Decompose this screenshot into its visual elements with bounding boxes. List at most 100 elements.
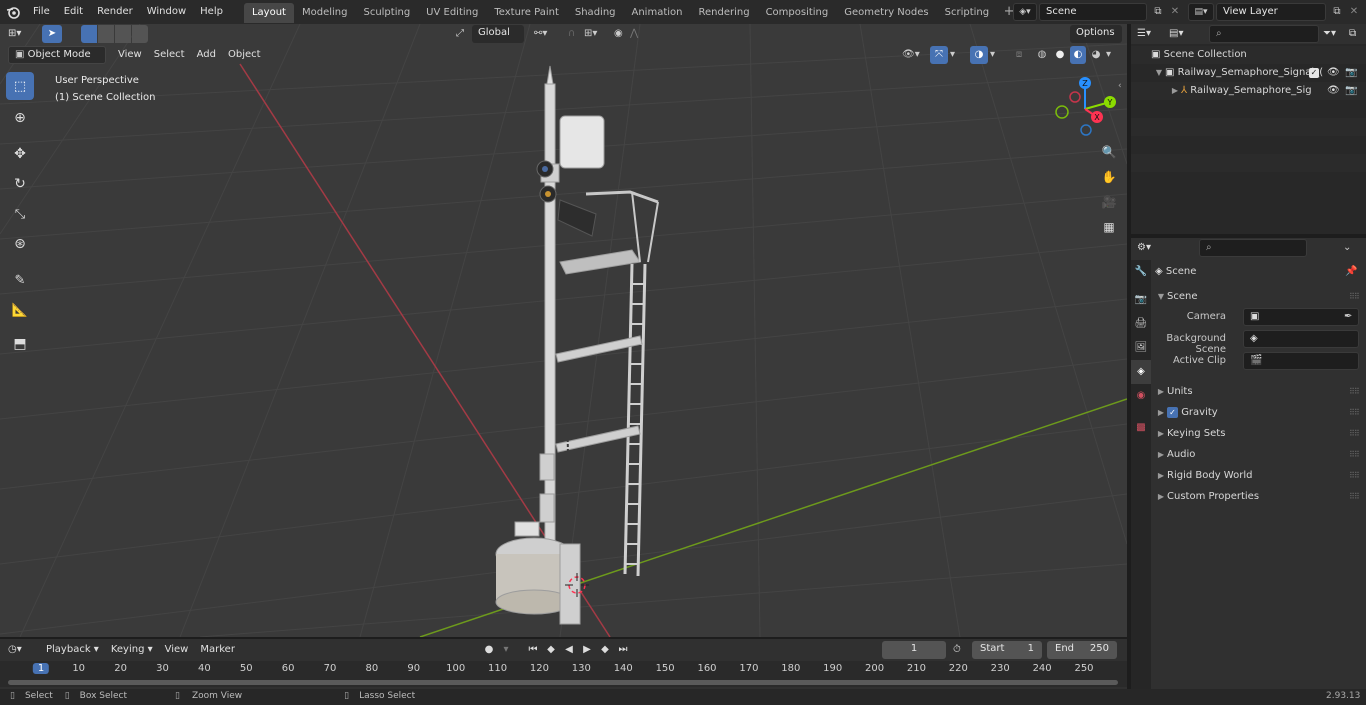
expand-object-icon[interactable]: ▶ — [1169, 82, 1181, 100]
tab-animation[interactable]: Animation — [624, 3, 691, 23]
overlays-toggle-icon[interactable]: ◑ — [970, 46, 988, 64]
properties-options-icon[interactable]: ⌄ — [1343, 240, 1359, 256]
select-mode-subtract-icon[interactable] — [115, 25, 131, 43]
snap-target-icon[interactable]: ⊞▾ — [584, 25, 606, 43]
menu-edit[interactable]: Edit — [57, 0, 90, 24]
menu-file[interactable]: File — [26, 0, 57, 24]
gizmo-toggle-icon[interactable]: ⤧ — [930, 46, 948, 64]
outliner-row-object[interactable]: ▶ ⅄ Railway_Semaphore_Sig 👁 📷 — [1131, 82, 1366, 100]
scale-tool-icon[interactable]: ⤡ — [6, 200, 34, 228]
camera-view-icon[interactable]: 🎥 — [1097, 190, 1121, 214]
pivot-point-icon[interactable]: ⚯▾ — [534, 25, 562, 43]
outliner-editor-type-icon[interactable]: ☰▾ — [1137, 26, 1163, 42]
snap-icon[interactable]: ∩ — [568, 25, 584, 43]
collection-render-icon[interactable]: 📷 — [1345, 64, 1357, 82]
panel-grip-icon[interactable]: ⠿⠿ — [1349, 423, 1360, 444]
panel-grip-icon[interactable]: ⠿⠿ — [1349, 444, 1360, 465]
3d-viewport[interactable]: ⊞▾ ➤ ⤢ Global ⚯▾ ∩ ⊞▾ ◉ ⋀ Options ▣ Obje… — [0, 24, 1127, 637]
proportional-edit-icon[interactable]: ◉ — [614, 25, 630, 43]
panel-grip-icon[interactable]: ⠿⠿ — [1349, 286, 1360, 307]
measure-tool-icon[interactable]: 📐 — [6, 296, 34, 324]
collection-visibility-icon[interactable]: 👁 — [1327, 64, 1340, 82]
object-render-icon[interactable]: 📷 — [1345, 82, 1357, 100]
transform-tool-icon[interactable]: ⊛ — [6, 230, 34, 258]
properties-search-input[interactable]: ⌕ — [1199, 239, 1307, 257]
tab-texture-paint[interactable]: Texture Paint — [486, 3, 567, 23]
tool-tab-icon[interactable]: 🔧 — [1131, 260, 1151, 284]
panel-grip-icon[interactable]: ⠿⠿ — [1349, 402, 1360, 423]
delete-view-layer-icon[interactable]: ✕ — [1346, 3, 1362, 21]
delete-scene-icon[interactable]: ✕ — [1167, 3, 1183, 21]
outliner-row-scene-collection[interactable]: ▣ Scene Collection — [1131, 46, 1366, 64]
outliner-row-collection[interactable]: ▼ ▣ Railway_Semaphore_Signal_( ✓ 👁 📷 — [1131, 64, 1366, 82]
viewport-menu-select[interactable]: Select — [148, 46, 191, 64]
camera-field[interactable]: ▣ ✒ — [1243, 308, 1359, 326]
next-keyframe-icon[interactable]: ◆ — [597, 641, 613, 659]
tab-modeling[interactable]: Modeling — [294, 3, 356, 23]
background-scene-field[interactable]: ◈ — [1243, 330, 1359, 348]
keying-set-dropdown-icon[interactable]: ▾ — [499, 641, 513, 659]
panel-audio[interactable]: ▶ Audio ⠿⠿ — [1155, 444, 1364, 465]
object-visibility-icon[interactable]: 👁 — [1327, 82, 1340, 100]
menu-render[interactable]: Render — [90, 0, 140, 24]
scene-tab-icon[interactable]: ◈ — [1131, 360, 1151, 384]
panel-rigid-body-world[interactable]: ▶ Rigid Body World ⠿⠿ — [1155, 465, 1364, 486]
collection-checkbox[interactable]: ✓ — [1309, 68, 1319, 78]
outliner-display-mode-icon[interactable]: ▤▾ — [1169, 26, 1195, 42]
panel-keying-sets[interactable]: ▶ Keying Sets ⠿⠿ — [1155, 423, 1364, 444]
texture-tab-icon[interactable]: ▩ — [1131, 416, 1151, 440]
outliner-search-input[interactable]: ⌕ — [1209, 25, 1319, 43]
timeline-scrollbar[interactable] — [8, 680, 1118, 685]
select-box-tool-icon[interactable]: ⬚ — [6, 72, 34, 100]
rotate-tool-icon[interactable]: ↻ — [6, 170, 34, 198]
pin-icon[interactable]: 📌 — [1345, 260, 1357, 284]
sidebar-toggle-icon[interactable]: ‹ — [1118, 81, 1122, 91]
tab-scripting[interactable]: Scripting — [937, 3, 997, 23]
start-frame-field[interactable]: Start 1 — [972, 641, 1042, 659]
cursor-tool-icon[interactable]: ⊕ — [6, 104, 34, 132]
scene-panel-header[interactable]: ▼ Scene ⠿⠿ — [1155, 286, 1364, 307]
viewport-menu-object[interactable]: Object — [222, 46, 267, 64]
tab-sculpting[interactable]: Sculpting — [355, 3, 418, 23]
tab-uv-editing[interactable]: UV Editing — [418, 3, 486, 23]
scene-selector-icon[interactable]: ◈▾ — [1013, 3, 1037, 21]
perspective-toggle-icon[interactable]: ▦ — [1097, 215, 1121, 239]
object-mode-select[interactable]: ▣ Object Mode — [8, 46, 106, 64]
move-tool-icon[interactable]: ✥ — [6, 140, 34, 168]
editor-type-icon[interactable]: ⊞▾ — [8, 25, 34, 43]
view-layer-selector-icon[interactable]: ▤▾ — [1188, 3, 1214, 21]
gizmo-dropdown-icon[interactable]: ▾ — [950, 46, 962, 64]
select-mode-extend-icon[interactable] — [98, 25, 114, 43]
gravity-checkbox[interactable]: ✓ — [1167, 406, 1178, 418]
viewport-menu-view[interactable]: View — [112, 46, 148, 64]
xray-toggle-icon[interactable]: ⧈ — [1010, 46, 1028, 64]
menu-window[interactable]: Window — [140, 0, 193, 24]
timeline-editor-type-icon[interactable]: ◷▾ — [8, 642, 34, 658]
pan-view-icon[interactable]: ✋ — [1097, 165, 1121, 189]
current-frame-field[interactable]: 1 — [882, 641, 946, 659]
visibility-icon[interactable]: 👁▾ — [902, 46, 928, 64]
tab-rendering[interactable]: Rendering — [690, 3, 757, 23]
panel-grip-icon[interactable]: ⠿⠿ — [1349, 465, 1360, 486]
panel-grip-icon[interactable]: ⠿⠿ — [1349, 381, 1360, 402]
overlays-dropdown-icon[interactable]: ▾ — [990, 46, 1002, 64]
timeline-menu-marker[interactable]: Marker — [194, 641, 241, 659]
shading-dropdown-icon[interactable]: ▾ — [1106, 46, 1118, 64]
active-clip-field[interactable]: 🎬 — [1243, 352, 1359, 370]
annotate-tool-icon[interactable]: ✎ — [6, 266, 34, 294]
world-tab-icon[interactable]: ◉ — [1131, 384, 1151, 408]
tab-geometry-nodes[interactable]: Geometry Nodes — [836, 3, 936, 23]
shading-material-icon[interactable]: ◐ — [1070, 46, 1086, 64]
eyedropper-icon[interactable]: ✒ — [1344, 309, 1352, 325]
active-tool-icon[interactable]: ➤ — [42, 25, 62, 43]
properties-editor-type-icon[interactable]: ⚙▾ — [1137, 240, 1163, 256]
timeline-menu-keying[interactable]: Keying ▾ — [105, 641, 159, 659]
select-mode-intersect-icon[interactable] — [132, 25, 148, 43]
jump-end-icon[interactable]: ⏭ — [615, 641, 631, 659]
panel-grip-icon[interactable]: ⠿⠿ — [1349, 486, 1360, 507]
render-tab-icon[interactable]: 📷 — [1131, 288, 1151, 312]
panel-gravity[interactable]: ▶ ✓ Gravity ⠿⠿ — [1155, 402, 1364, 423]
panel-units[interactable]: ▶ Units ⠿⠿ — [1155, 381, 1364, 402]
select-mode-new-icon[interactable] — [81, 25, 97, 43]
shading-wireframe-icon[interactable]: ◍ — [1034, 46, 1050, 64]
